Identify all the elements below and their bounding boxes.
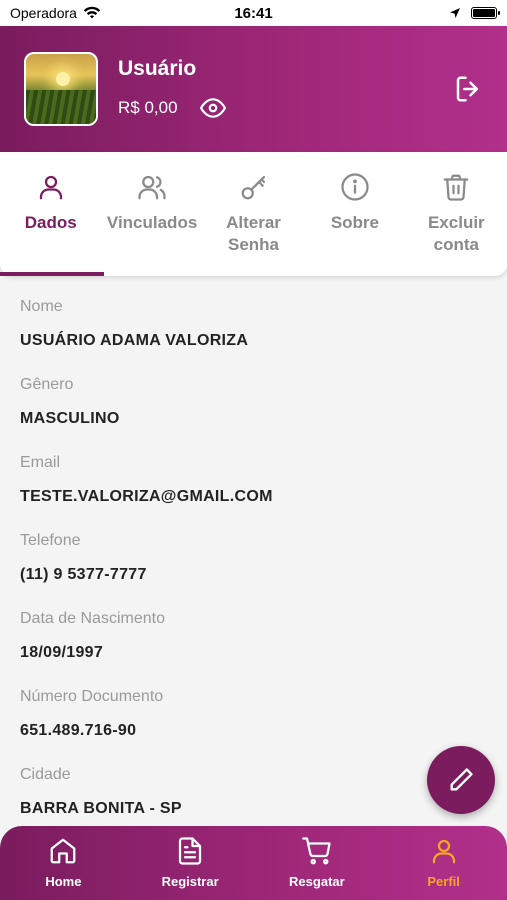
- field-value: 651.489.716-90: [20, 722, 137, 739]
- carrier-label: Operadora: [10, 5, 77, 21]
- pencil-icon: [450, 768, 473, 791]
- nav-label: Perfil: [427, 874, 460, 889]
- document-icon: [179, 837, 202, 865]
- field-cidade: Cidade BARRA BONITA - SP: [20, 764, 487, 826]
- tab-label: Excluir conta: [427, 213, 485, 254]
- avatar: [24, 52, 98, 126]
- nav-label: Resgatar: [289, 874, 345, 889]
- nav-home[interactable]: Home: [0, 826, 127, 900]
- field-value: TESTE.VALORIZA@GMAIL.COM: [20, 488, 273, 505]
- user-name: Usuário: [118, 57, 197, 80]
- field-email: Email TESTE.VALORIZA@GMAIL.COM: [20, 452, 487, 530]
- tab-dados[interactable]: Dados: [0, 152, 105, 276]
- info-icon: [341, 173, 369, 201]
- clock: 16:41: [234, 4, 273, 22]
- field-label: Email: [20, 454, 61, 471]
- logout-icon[interactable]: [453, 74, 483, 104]
- wifi-icon: [83, 6, 101, 19]
- tab-alterar-senha[interactable]: Alterar Senha: [203, 152, 304, 276]
- field-value: USUÁRIO ADAMA VALORIZA: [20, 332, 249, 349]
- profile-header: Usuário R$ 0,00: [0, 26, 507, 152]
- eye-icon[interactable]: [199, 95, 226, 121]
- trash-icon: [443, 174, 469, 201]
- home-icon: [51, 838, 76, 864]
- tab-sobre[interactable]: Sobre: [304, 152, 405, 276]
- field-value: BARRA BONITA - SP: [20, 800, 182, 817]
- field-value: MASCULINO: [20, 410, 120, 427]
- user-icon: [39, 175, 62, 200]
- tab-excluir-conta[interactable]: Excluir conta: [406, 152, 507, 276]
- nav-registrar[interactable]: Registrar: [127, 826, 254, 900]
- location-arrow-icon: [450, 8, 460, 18]
- user-icon: [432, 839, 455, 864]
- tab-vinculados[interactable]: Vinculados: [101, 152, 202, 276]
- field-label: Número Documento: [20, 688, 164, 705]
- profile-details: Nome USUÁRIO ADAMA VALORIZA Gênero MASCU…: [0, 276, 507, 826]
- key-icon: [241, 175, 265, 200]
- users-icon: [138, 175, 166, 200]
- nav-label: Home: [45, 874, 82, 889]
- field-label: Telefone: [20, 532, 81, 549]
- battery-icon: [471, 7, 500, 19]
- balance-value: R$ 0,00: [118, 98, 178, 117]
- tab-label: Vinculados: [106, 213, 198, 232]
- field-label: Gênero: [20, 376, 74, 393]
- nav-resgatar[interactable]: Resgatar: [254, 826, 381, 900]
- field-label: Nome: [20, 298, 63, 315]
- status-bar: Operadora 16:41: [0, 0, 507, 26]
- field-value: (11) 9 5377-7777: [20, 566, 147, 583]
- profile-tabs: Dados Vinculados Alterar Senha Sobre Exc…: [0, 152, 507, 276]
- field-data-nascimento: Data de Nascimento 18/09/1997: [20, 608, 487, 686]
- nav-perfil[interactable]: Perfil: [380, 826, 507, 900]
- field-numero-documento: Número Documento 651.489.716-90: [20, 686, 487, 764]
- tab-label: Dados: [24, 213, 77, 232]
- field-label: Data de Nascimento: [20, 610, 165, 627]
- field-nome: Nome USUÁRIO ADAMA VALORIZA: [20, 296, 487, 374]
- cart-icon: [302, 837, 331, 865]
- nav-label: Registrar: [161, 874, 219, 889]
- field-value: 18/09/1997: [20, 644, 104, 661]
- field-telefone: Telefone (11) 9 5377-7777: [20, 530, 487, 608]
- field-genero: Gênero MASCULINO: [20, 374, 487, 452]
- field-label: Cidade: [20, 766, 71, 783]
- edit-button[interactable]: [427, 746, 495, 814]
- tab-label: Sobre: [330, 213, 380, 232]
- bottom-nav: Home Registrar Resgatar Perfil: [0, 826, 507, 900]
- tab-label: Alterar Senha: [226, 213, 281, 254]
